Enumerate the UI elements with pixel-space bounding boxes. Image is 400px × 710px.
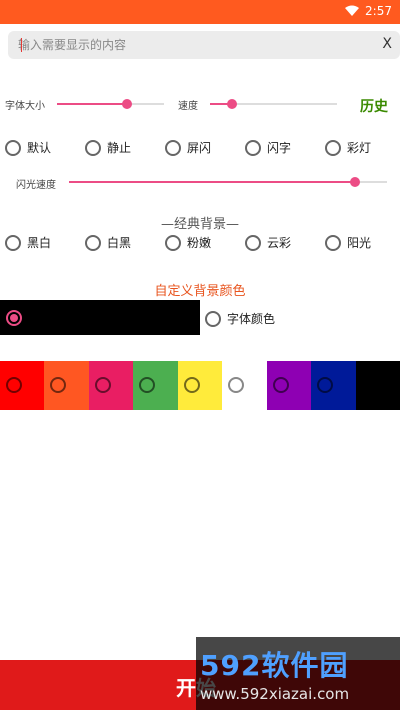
clear-button[interactable]: X	[382, 36, 392, 52]
bg-sunshine[interactable]: 阳光	[325, 234, 371, 251]
color-swatch-orange[interactable]	[44, 361, 89, 410]
radio-icon[interactable]	[245, 139, 261, 156]
radio-icon[interactable]	[5, 139, 21, 156]
speed-label: 速度	[178, 101, 198, 112]
color-swatch-red[interactable]	[0, 361, 44, 410]
flash-speed-label: 闪光速度	[16, 180, 56, 191]
radio-icon[interactable]	[139, 377, 155, 393]
status-time: 2:57	[365, 4, 392, 18]
flash-speed-slider[interactable]	[69, 174, 387, 190]
watermark-url: www.592xiazai.com	[200, 685, 350, 703]
text-cursor	[21, 38, 22, 52]
status-bar: 2:57	[0, 0, 400, 24]
bg-clouds[interactable]: 云彩	[245, 234, 291, 251]
speed-slider-thumb[interactable]	[226, 99, 237, 109]
wifi-icon	[345, 5, 360, 16]
mode-default[interactable]: 默认	[5, 139, 51, 156]
radio-icon[interactable]	[85, 139, 101, 156]
color-swatch-yellow[interactable]	[178, 361, 222, 410]
font-size-slider-thumb[interactable]	[121, 99, 132, 109]
radio-icon[interactable]	[165, 139, 181, 156]
mode-screen-flash[interactable]: 屏闪	[165, 139, 211, 156]
status-right: 2:57	[345, 4, 392, 18]
speed-slider[interactable]	[210, 96, 337, 112]
radio-icon[interactable]	[50, 377, 66, 393]
mode-flash-text[interactable]: 闪字	[245, 139, 291, 156]
radio-icon[interactable]	[95, 377, 111, 393]
bg-pink[interactable]: 粉嫩	[165, 234, 211, 251]
mode-static[interactable]: 静止	[85, 139, 131, 156]
watermark-logo: 592软件园	[200, 649, 349, 682]
radio-icon[interactable]	[325, 234, 341, 251]
font-color-option[interactable]: 字体颜色	[205, 310, 275, 327]
color-swatch-green[interactable]	[133, 361, 178, 410]
display-text-input[interactable]	[18, 31, 358, 59]
radio-icon[interactable]	[165, 234, 181, 251]
radio-icon[interactable]	[228, 377, 244, 393]
bg-black-white[interactable]: 黑白	[5, 234, 51, 251]
radio-icon[interactable]	[245, 234, 261, 251]
radio-icon[interactable]	[317, 377, 333, 393]
custom-background-title: 自定义背景颜色	[154, 284, 246, 299]
flash-speed-slider-thumb[interactable]	[350, 177, 361, 187]
selected-radio-icon[interactable]	[6, 310, 22, 326]
radio-icon[interactable]	[6, 377, 22, 393]
radio-icon[interactable]	[85, 234, 101, 251]
radio-icon[interactable]	[273, 377, 289, 393]
radio-icon[interactable]	[184, 377, 200, 393]
font-size-slider[interactable]	[57, 96, 164, 112]
text-input-container: X	[8, 31, 400, 59]
color-swatch-blue[interactable]	[311, 361, 356, 410]
mode-colorful-lights[interactable]: 彩灯	[325, 139, 371, 156]
radio-icon[interactable]	[325, 139, 341, 156]
color-swatch-purple[interactable]	[267, 361, 311, 410]
classic-background-title: —经典背景—	[160, 217, 239, 232]
font-size-label: 字体大小	[5, 101, 45, 112]
color-swatch-pink[interactable]	[89, 361, 133, 410]
radio-icon[interactable]	[205, 310, 221, 327]
history-button[interactable]: 历史	[360, 96, 388, 116]
bg-white-black[interactable]: 白黑	[85, 234, 131, 251]
selected-background-color[interactable]	[0, 300, 200, 335]
color-swatch-white[interactable]	[222, 361, 267, 410]
color-swatch-black[interactable]	[356, 361, 400, 410]
radio-icon[interactable]	[5, 234, 21, 251]
